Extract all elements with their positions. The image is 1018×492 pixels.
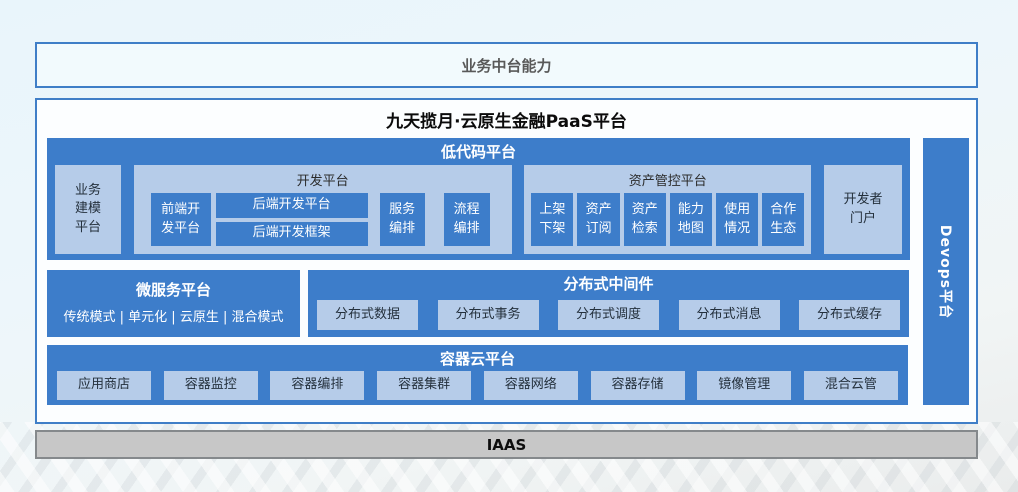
asset-control-title: 资产管控平台 [524, 165, 811, 189]
asset-item-label: 合作生态 [768, 201, 799, 239]
asset-item-label: 使用情况 [722, 201, 753, 239]
service-orchestration-label: 服务编排 [387, 201, 418, 239]
service-orchestration-box: 服务编排 [380, 193, 425, 246]
microservice-modes: 传统模式 | 单元化 | 云原生 | 混合模式 [47, 306, 300, 325]
iaas-label: IAAS [487, 436, 527, 454]
asset-item-label: 资产检索 [629, 201, 660, 239]
asset-item: 资产订阅 [577, 193, 619, 246]
container-cloud-item: 容器网络 [484, 371, 578, 400]
container-cloud-items-row: 应用商店 容器监控 容器编排 容器集群 容器网络 容器存储 镜像管理 混合云管 [57, 371, 898, 400]
container-cloud-item: 混合云管 [804, 371, 898, 400]
asset-item: 上架下架 [531, 193, 573, 246]
dev-platform-items-row: 前端开发平台 后端开发平台 后端开发框架 服务编排 流程编排 [151, 193, 502, 246]
container-cloud-item: 容器集群 [377, 371, 471, 400]
container-cloud-item: 容器存储 [591, 371, 685, 400]
dev-platform-group: 开发平台 前端开发平台 后端开发平台 后端开发框架 服务编排 [134, 165, 512, 254]
process-orchestration-label: 流程编排 [451, 201, 482, 239]
developer-portal-box: 开发者门户 [824, 165, 902, 254]
distributed-middleware-title: 分布式中间件 [308, 270, 909, 295]
backend-dev-stack: 后端开发平台 后端开发框架 [216, 193, 368, 246]
business-modeling-box: 业务建模平台 [55, 165, 121, 254]
platform-title: 九天揽月·云原生金融PaaS平台 [37, 107, 976, 132]
asset-item: 能力地图 [670, 193, 712, 246]
middleware-item: 分布式数据 [317, 300, 418, 330]
middleware-items-row: 分布式数据 分布式事务 分布式调度 分布式消息 分布式缓存 [317, 300, 900, 330]
container-cloud-item: 镜像管理 [697, 371, 791, 400]
business-middle-platform-banner: 业务中台能力 [35, 42, 978, 88]
asset-control-items-row: 上架下架 资产订阅 资产检索 能力地图 使用情况 合作生态 [531, 193, 804, 246]
asset-control-group: 资产管控平台 上架下架 资产订阅 资产检索 能力地图 使用情况 合作生态 [524, 165, 811, 254]
middleware-item: 分布式消息 [679, 300, 780, 330]
container-cloud-section: 容器云平台 应用商店 容器监控 容器编排 容器集群 容器网络 容器存储 镜像管理… [47, 345, 908, 405]
dev-platform-title: 开发平台 [134, 165, 512, 189]
devops-platform-label: Devops平台 [936, 224, 956, 318]
iaas-bar: IAAS [35, 430, 978, 459]
asset-item: 资产检索 [624, 193, 666, 246]
asset-item-label: 上架下架 [537, 201, 568, 239]
asset-item-label: 能力地图 [676, 201, 707, 239]
low-code-platform-section: 低代码平台 业务建模平台 开发平台 前端开发平台 后端开发平台 后端开 [47, 138, 910, 260]
low-code-content-row: 业务建模平台 开发平台 前端开发平台 后端开发平台 后端开发框架 [55, 165, 902, 254]
frontend-dev-platform-box: 前端开发平台 [151, 193, 211, 246]
asset-item: 合作生态 [762, 193, 804, 246]
backend-dev-framework-label: 后端开发框架 [253, 224, 331, 243]
middleware-item: 分布式缓存 [799, 300, 900, 330]
business-middle-platform-label: 业务中台能力 [461, 55, 551, 76]
devops-platform-strip: Devops平台 [923, 138, 969, 405]
middleware-item: 分布式调度 [558, 300, 659, 330]
process-orchestration-box: 流程编排 [444, 193, 490, 246]
paas-platform-frame: 九天揽月·云原生金融PaaS平台 低代码平台 业务建模平台 开发平台 前端开发平… [35, 98, 978, 424]
frontend-dev-platform-label: 前端开发平台 [159, 201, 203, 239]
middleware-item: 分布式事务 [438, 300, 539, 330]
microservice-platform-section: 微服务平台 传统模式 | 单元化 | 云原生 | 混合模式 [47, 270, 300, 337]
backend-dev-framework-box: 后端开发框架 [216, 222, 368, 247]
microservice-platform-title: 微服务平台 [47, 279, 300, 300]
container-cloud-title: 容器云平台 [47, 345, 908, 370]
backend-dev-platform-label: 后端开发平台 [253, 196, 331, 215]
container-cloud-item: 应用商店 [57, 371, 151, 400]
business-modeling-label: 业务建模平台 [73, 182, 104, 237]
distributed-middleware-section: 分布式中间件 分布式数据 分布式事务 分布式调度 分布式消息 分布式缓存 [308, 270, 909, 337]
asset-item: 使用情况 [716, 193, 758, 246]
asset-item-label: 资产订阅 [583, 201, 614, 239]
container-cloud-item: 容器监控 [164, 371, 258, 400]
developer-portal-label: 开发者门户 [841, 191, 885, 227]
container-cloud-item: 容器编排 [270, 371, 364, 400]
low-code-platform-title: 低代码平台 [47, 138, 910, 163]
backend-dev-platform-box: 后端开发平台 [216, 193, 368, 218]
